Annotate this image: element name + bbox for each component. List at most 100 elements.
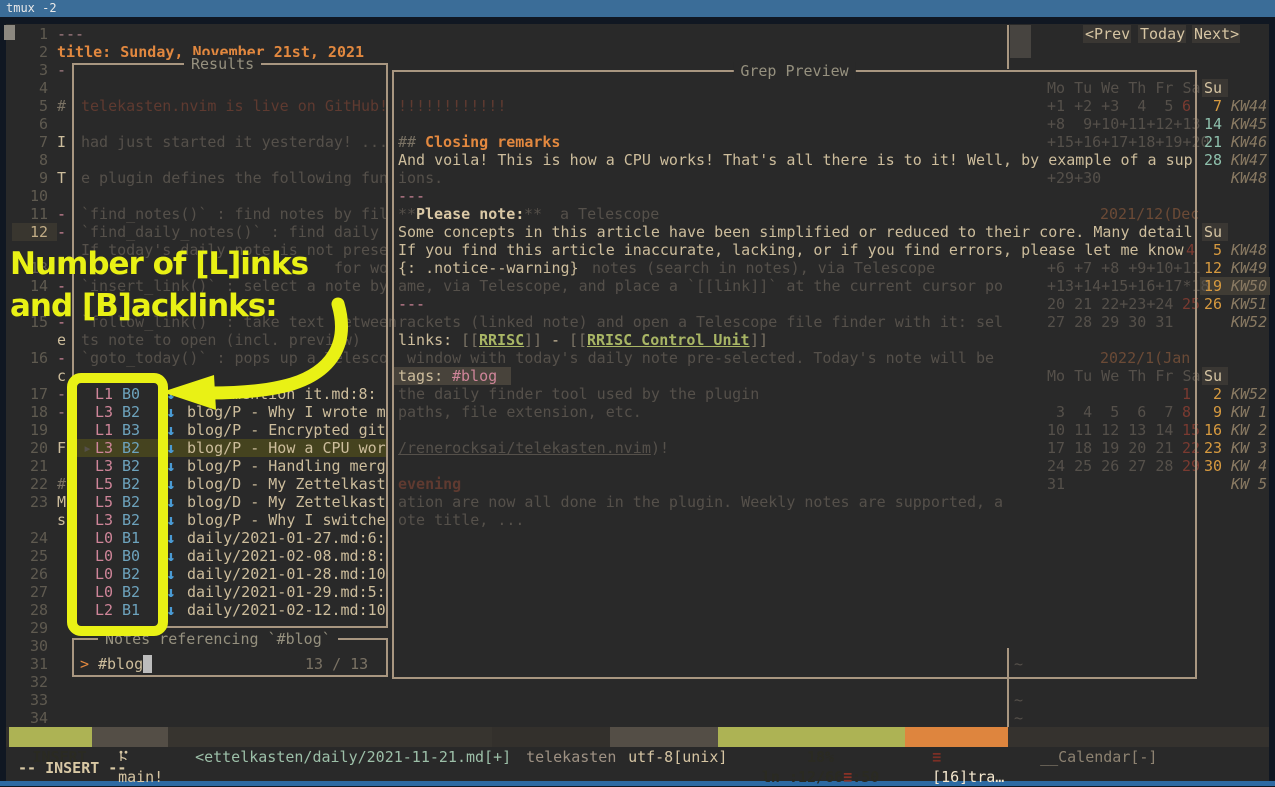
text-span: KW47 <box>1231 151 1267 169</box>
text-span: 17 <box>30 385 48 403</box>
text-span: T <box>57 169 66 187</box>
text-span: 6 <box>39 115 48 133</box>
text-span: - <box>57 385 66 403</box>
calendar-day[interactable]: 5 <box>1213 241 1222 259</box>
progress-percent: 18% <box>807 748 834 766</box>
text-span: 20 <box>30 439 48 457</box>
calendar-day[interactable]: 30 <box>1204 457 1222 475</box>
calendar-day[interactable]: 28 <box>1204 151 1222 169</box>
trailing-label: [16]tra… <box>932 768 1004 786</box>
calendar-day-highlighted[interactable]: 19 <box>1204 277 1222 295</box>
annotation-text-line2: and [B]acklinks: <box>10 288 277 324</box>
text-span: 19 <box>30 421 48 439</box>
text-span: KW 4 <box>1231 457 1267 475</box>
text-span: # <box>57 475 66 493</box>
calendar-day[interactable]: 12 <box>1204 259 1222 277</box>
text-span: 8 <box>39 151 48 169</box>
calendar-today-button[interactable]: Today <box>1140 25 1185 43</box>
pane-indicator-right <box>1010 25 1031 58</box>
text-span: 22 <box>30 475 48 493</box>
text-span: M <box>57 493 66 511</box>
text-span: ~ <box>1014 691 1023 709</box>
annotation-text-line1: Number of [L]inks <box>10 246 308 282</box>
calendar-day[interactable]: 23 <box>1204 439 1222 457</box>
text-span: 18 <box>30 403 48 421</box>
calendar-day[interactable]: 7 <box>1213 97 1222 115</box>
text-span: 11 <box>30 205 48 223</box>
text-span: 2 <box>39 43 48 61</box>
text-span: 16 <box>30 349 48 367</box>
encoding-segment: utf-8[unix] <box>610 727 718 747</box>
trailing-icon: ≡ <box>932 748 941 766</box>
text-span: KW45 <box>1231 115 1267 133</box>
file-path: <ettelkasten/daily/2021-11-21.md[+] <box>195 748 511 766</box>
current-line-number: 12 <box>30 223 48 241</box>
results-panel-title: Results <box>184 55 261 73</box>
line-location: ln :12/66 <box>762 768 843 786</box>
window-separator[interactable] <box>1007 25 1009 69</box>
tmux-terminal-window: { "titlebar": {"text": "tmux -2"}, "anno… <box>0 0 1275 786</box>
calendar-day[interactable]: 9 <box>1213 403 1222 421</box>
text-span: e <box>57 331 66 349</box>
text-span: ~ <box>1014 709 1023 727</box>
text-span: KW49 <box>1231 259 1267 277</box>
text-span: 28 <box>30 601 48 619</box>
cmdline-mode-message: -- INSERT -- <box>18 759 126 777</box>
text-span: 26 <box>30 565 48 583</box>
calendar-day[interactable]: 2 <box>1213 385 1222 403</box>
text-span: KW52 <box>1231 385 1267 403</box>
position-segment: 18% ln :12/66≡:50 <box>718 727 905 747</box>
pane-indicator-left <box>4 25 15 40</box>
text-span: I <box>57 133 66 151</box>
annotation-highlight-box <box>67 373 168 636</box>
text-span: 5 <box>39 97 48 115</box>
column-location: :50 <box>852 768 879 786</box>
grep-preview-panel: Grep Preview <box>392 70 1197 679</box>
text-span: 24 <box>30 529 48 547</box>
text-span: KW48 <box>1231 169 1267 187</box>
calendar-day[interactable]: 14 <box>1204 115 1222 133</box>
grep-preview-title: Grep Preview <box>733 62 855 80</box>
text-span: c <box>57 367 66 385</box>
git-branch-segment: main! <box>92 727 168 747</box>
calendar-weekday-header: Su <box>1204 79 1222 97</box>
lines-icon: ≡ <box>843 768 852 786</box>
calendar-day[interactable]: 16 <box>1204 421 1222 439</box>
calendar-next-button[interactable]: Next> <box>1194 25 1239 43</box>
text-span: 30 <box>30 637 48 655</box>
text-span: 4 <box>39 79 48 97</box>
text-span: KW48 <box>1231 241 1267 259</box>
text-span: 32 <box>30 673 48 691</box>
text-span: 9 <box>39 169 48 187</box>
text-span: 7 <box>39 133 48 151</box>
calendar-prev-button[interactable]: <Prev <box>1085 25 1130 43</box>
text-span: - <box>57 349 66 367</box>
text-span: 27 <box>30 583 48 601</box>
calendar-day[interactable]: 26 <box>1204 295 1222 313</box>
trailing-whitespace-segment: ≡ [16]tra… <box>905 727 1008 747</box>
text-span: 10 <box>30 187 48 205</box>
filename-segment: <ettelkasten/daily/2021-11-21.md[+] <box>168 727 492 747</box>
text-span: - <box>57 223 66 241</box>
plugin-label: telekasten <box>526 748 616 766</box>
text-span: KW50 <box>1231 277 1267 295</box>
window-border-bottom <box>0 781 1275 786</box>
text-span: 3 <box>39 61 48 79</box>
text-span: - <box>57 403 66 421</box>
text-span: 25 <box>30 547 48 565</box>
text-span: KW 2 <box>1231 421 1267 439</box>
prompt-panel[interactable]: Notes referencing `#blog` <box>72 638 388 677</box>
text-span: 33 <box>30 691 48 709</box>
text-span: 34 <box>30 709 48 727</box>
text-span: KW 5 <box>1231 475 1267 493</box>
text-span: F <box>57 439 66 457</box>
calendar-weekday-header: Su <box>1204 367 1222 385</box>
text-span: 23 <box>30 493 48 511</box>
text-span: KW52 <box>1231 313 1267 331</box>
text-span: # <box>57 97 66 115</box>
calendar-statusline: __Calendar[-] <box>1008 727 1269 747</box>
mode-indicator: INSERT <box>9 727 92 747</box>
calendar-weekday-header: Su <box>1204 223 1222 241</box>
calendar-buffer-name: __Calendar[-] <box>1040 748 1157 766</box>
calendar-day[interactable]: 21 <box>1204 133 1222 151</box>
